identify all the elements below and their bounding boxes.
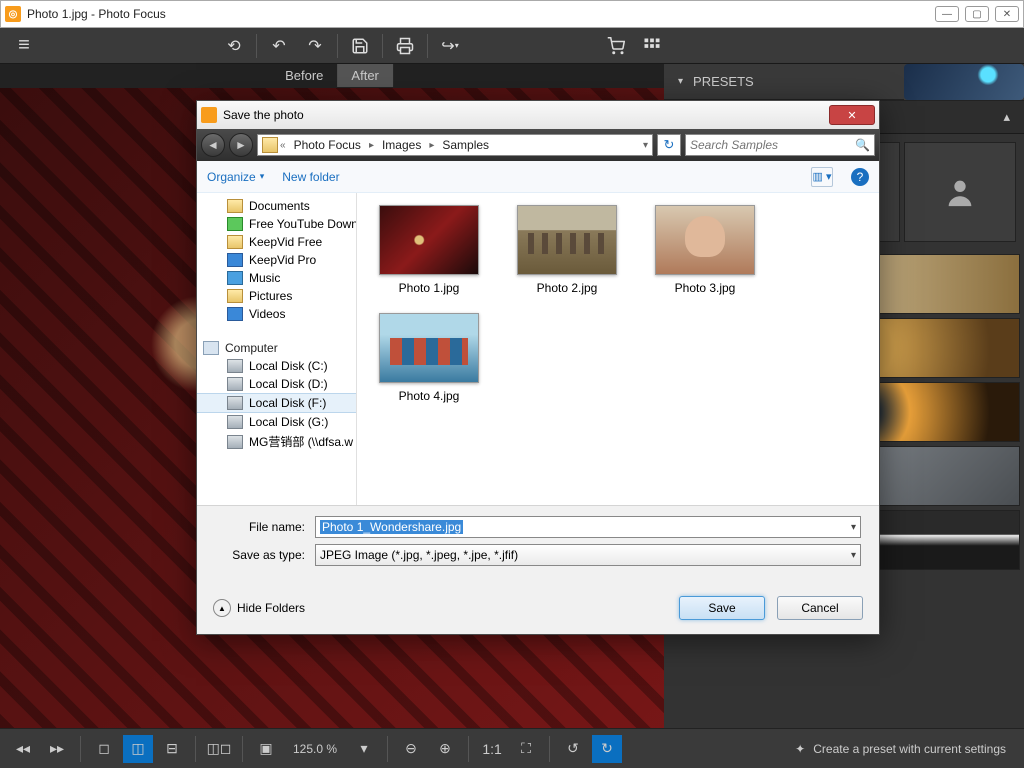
back-button[interactable]: ◄ (201, 133, 225, 157)
breadcrumb-item[interactable]: Photo Focus (288, 138, 367, 152)
savetype-label: Save as type: (215, 548, 305, 562)
folder-tree[interactable]: Documents Free YouTube Down KeepVid Free… (197, 193, 357, 505)
export-button[interactable]: ↪▾ (432, 31, 468, 61)
refresh-button[interactable]: ↻ (657, 134, 681, 156)
tree-item-keepvidpro[interactable]: KeepVid Pro (249, 253, 316, 267)
wand-icon: ✦ (795, 742, 805, 756)
help-button[interactable]: ? (851, 168, 869, 186)
breadcrumb-dropdown[interactable]: ▾ (643, 140, 648, 151)
grid-button[interactable] (634, 31, 670, 61)
collapse-icon: ▴ (1003, 109, 1010, 125)
redo-button[interactable]: ↷ (297, 31, 333, 61)
zoom-level[interactable]: 125.0 % (285, 742, 345, 756)
zoom-dropdown[interactable]: ▾ (349, 735, 379, 763)
folder-icon (262, 137, 278, 153)
dialog-title-text: Save the photo (223, 108, 304, 122)
tree-item-diskf[interactable]: Local Disk (F:) (249, 396, 326, 410)
app-title: Photo 1.jpg - Photo Focus (27, 7, 166, 21)
collapse-icon: ▾ (678, 76, 683, 87)
file-item[interactable]: Photo 4.jpg (369, 313, 489, 403)
hide-folders-toggle[interactable]: ▲ Hide Folders (213, 599, 305, 617)
tree-item-computer[interactable]: Computer (225, 341, 278, 355)
split-horizontal-button[interactable]: ⊟ (157, 735, 187, 763)
dialog-icon (201, 107, 217, 123)
maximize-button[interactable]: ▢ (965, 6, 989, 22)
tree-item-mg[interactable]: MG营销部 (\\dfsa.w (249, 433, 353, 450)
tree-item-videos[interactable]: Videos (249, 307, 285, 321)
file-item[interactable]: Photo 3.jpg (645, 205, 765, 295)
breadcrumb[interactable]: « Photo Focus ▸ Images ▸ Samples ▾ (257, 134, 653, 156)
tree-item-diskd[interactable]: Local Disk (D:) (249, 377, 328, 391)
before-tab[interactable]: Before (271, 64, 337, 87)
savetype-dropdown[interactable]: JPEG Image (*.jpg, *.jpeg, *.jpe, *.jfif… (315, 544, 861, 566)
save-button[interactable] (342, 31, 378, 61)
tree-item-diskc[interactable]: Local Disk (C:) (249, 359, 328, 373)
print-button[interactable] (387, 31, 423, 61)
actual-size-button[interactable]: 1:1 (477, 735, 507, 763)
file-item[interactable]: Photo 2.jpg (507, 205, 627, 295)
dialog-nav: ◄ ► « Photo Focus ▸ Images ▸ Samples ▾ ↻… (197, 129, 879, 161)
search-icon: 🔍 (855, 138, 870, 152)
rotate-left-button[interactable]: ↺ (558, 735, 588, 763)
file-grid[interactable]: Photo 1.jpg Photo 2.jpg Photo 3.jpg Phot… (357, 193, 879, 505)
breadcrumb-item[interactable]: Images (376, 138, 427, 152)
search-box[interactable]: 🔍 (685, 134, 875, 156)
fit-button[interactable]: ▣ (251, 735, 281, 763)
chevron-up-icon: ▲ (213, 599, 231, 617)
zoom-out-button[interactable]: ⊖ (396, 735, 426, 763)
save-confirm-button[interactable]: Save (679, 596, 765, 620)
file-item[interactable]: Photo 1.jpg (369, 205, 489, 295)
cancel-button[interactable]: Cancel (777, 596, 863, 620)
lamp-icon[interactable] (904, 64, 1024, 100)
tree-item-music[interactable]: Music (249, 271, 280, 285)
compare-button[interactable]: ◫◻ (204, 735, 234, 763)
undo-button[interactable]: ↶ (261, 31, 297, 61)
filename-input[interactable]: Photo 1_Wondershare.jpg (315, 516, 861, 538)
zoom-in-button[interactable]: ⊕ (430, 735, 460, 763)
tree-item-youtube[interactable]: Free YouTube Down (249, 217, 356, 231)
undo-all-button[interactable]: ⟲ (216, 31, 252, 61)
new-folder-button[interactable]: New folder (282, 170, 339, 184)
save-dialog: Save the photo ✕ ◄ ► « Photo Focus ▸ Ima… (196, 100, 880, 635)
organize-dropdown[interactable]: Organize▾ (207, 170, 264, 184)
fit-window-button[interactable]: ⛶ (511, 735, 541, 763)
app-icon: ◎ (5, 6, 21, 22)
presets-header[interactable]: ▾ PRESETS (664, 64, 904, 100)
view-dropdown[interactable]: ▥ ▾ (811, 167, 833, 187)
app-titlebar: ◎ Photo 1.jpg - Photo Focus — ▢ ✕ (0, 0, 1024, 28)
tree-item-keepvidfree[interactable]: KeepVid Free (249, 235, 322, 249)
preset-slot-user[interactable] (904, 142, 1016, 242)
menu-button[interactable]: ≡ (6, 31, 42, 61)
breadcrumb-item[interactable]: Samples (436, 138, 495, 152)
right-arrow-button[interactable]: ▸▸ (42, 735, 72, 763)
dialog-titlebar: Save the photo ✕ (197, 101, 879, 129)
presets-label: PRESETS (693, 74, 754, 89)
tree-item-diskg[interactable]: Local Disk (G:) (249, 415, 328, 429)
create-preset-button[interactable]: ✦ Create a preset with current settings (785, 742, 1016, 756)
search-input[interactable] (690, 138, 855, 152)
rotate-right-button[interactable]: ↻ (592, 735, 622, 763)
forward-button[interactable]: ► (229, 133, 253, 157)
split-vertical-button[interactable]: ◫ (123, 735, 153, 763)
dialog-toolbar: Organize▾ New folder ▥ ▾ ? (197, 161, 879, 193)
left-arrow-button[interactable]: ◂◂ (8, 735, 38, 763)
tree-item-pictures[interactable]: Pictures (249, 289, 292, 303)
close-button[interactable]: ✕ (995, 6, 1019, 22)
tree-item-documents[interactable]: Documents (249, 199, 310, 213)
after-tab[interactable]: After (337, 64, 392, 87)
single-view-button[interactable]: ◻ (89, 735, 119, 763)
bottom-bar: ◂◂ ▸▸ ◻ ◫ ⊟ ◫◻ ▣ 125.0 % ▾ ⊖ ⊕ 1:1 ⛶ ↺ ↻… (0, 728, 1024, 768)
filename-label: File name: (215, 520, 305, 534)
dialog-close-button[interactable]: ✕ (829, 105, 875, 125)
minimize-button[interactable]: — (935, 6, 959, 22)
cart-button[interactable] (598, 31, 634, 61)
main-toolbar: ≡ ⟲ ↶ ↷ ↪▾ (0, 28, 1024, 64)
